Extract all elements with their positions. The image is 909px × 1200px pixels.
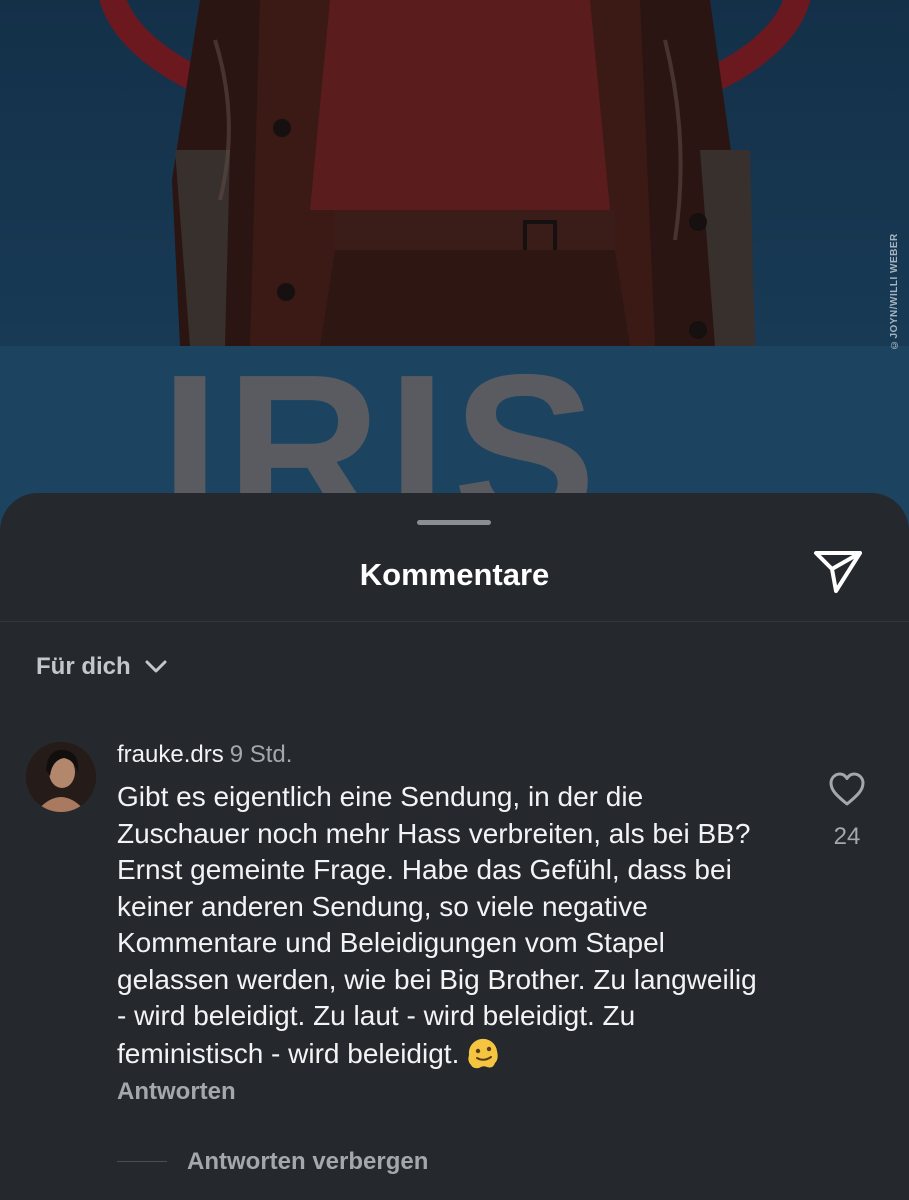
sheet-title: Kommentare xyxy=(359,557,550,592)
avatar[interactable] xyxy=(26,742,96,812)
replies-divider xyxy=(117,1161,167,1162)
comment-body: Gibt es eigentlich eine Sendung, in der … xyxy=(117,779,767,1072)
post-image: IRIS ©JOYN/WILLI WEBER xyxy=(0,0,909,560)
title-divider xyxy=(0,621,909,622)
comment-text: Gibt es eigentlich eine Sendung, in der … xyxy=(117,781,757,1069)
post-photo-area xyxy=(0,0,909,346)
hide-replies-button[interactable]: Antworten verbergen xyxy=(187,1148,428,1176)
comments-sheet: Kommentare Für dich frauke.drs 9 Std. Gib… xyxy=(0,493,909,1200)
paper-plane-icon[interactable] xyxy=(812,547,864,595)
comment-username[interactable]: frauke.drs xyxy=(117,741,224,768)
avatar-photo xyxy=(26,742,96,812)
like-count: 24 xyxy=(833,823,861,850)
melting-face-icon xyxy=(468,1038,499,1068)
comment-meta: frauke.drs 9 Std. xyxy=(117,741,292,769)
chevron-down-icon xyxy=(145,660,167,673)
comment-time: 9 Std. xyxy=(229,741,293,768)
reply-button[interactable]: Antworten xyxy=(117,1078,236,1106)
filter-dropdown[interactable]: Für dich xyxy=(36,650,167,684)
drag-handle[interactable] xyxy=(417,520,491,525)
photo-credit: ©JOYN/WILLI WEBER xyxy=(889,233,900,350)
filter-label: Für dich xyxy=(36,653,131,680)
heart-icon[interactable] xyxy=(828,771,866,807)
person-photo xyxy=(99,0,811,346)
